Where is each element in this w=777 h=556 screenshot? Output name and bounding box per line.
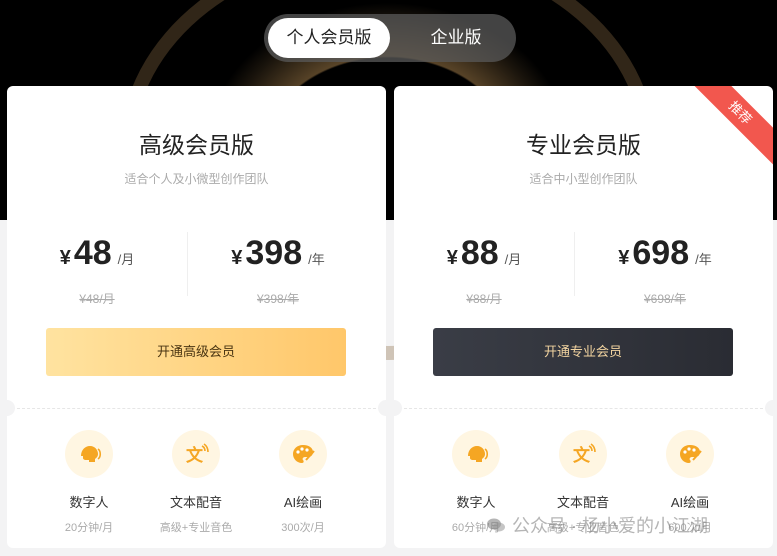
ai-painting-icon xyxy=(666,430,714,478)
feature-name: 文本配音 xyxy=(169,495,222,510)
plan-subtitle: 适合中小型创作团队 xyxy=(529,172,638,186)
price-unit: /月 xyxy=(117,252,135,267)
price-unit: /年 xyxy=(695,252,712,267)
ticket-notch xyxy=(7,400,15,416)
currency-symbol: ¥ xyxy=(446,247,458,269)
feature-desc: 高级+专业音色 xyxy=(159,522,233,534)
text-dubbing-icon: 文 xyxy=(172,430,220,478)
ticket-notch xyxy=(394,400,402,416)
tab-personal[interactable]: 个人会员版 xyxy=(268,18,390,58)
watermark: 公众号 · 杨小爱的小江湖 xyxy=(486,512,708,538)
svg-text:文: 文 xyxy=(573,445,591,466)
monthly-price-option[interactable]: ¥ 88 /月 ¥88/月 xyxy=(394,234,574,307)
yearly-price-option[interactable]: ¥ 398 /年 ¥398/年 xyxy=(188,234,368,307)
plan-subtitle: 适合个人及小微型创作团队 xyxy=(124,172,269,186)
feature-ai-painting: AI绘画 300次/月 xyxy=(248,430,358,535)
ai-painting-icon xyxy=(279,430,327,478)
feature-name: 数字人 xyxy=(69,495,109,510)
plan-card-advanced: 高级会员版 适合个人及小微型创作团队 ¥ 48 /月 ¥48/月 ¥ 398 /… xyxy=(7,86,386,548)
plan-type-switch: 个人会员版 企业版 xyxy=(264,14,516,62)
feature-name: 数字人 xyxy=(456,495,496,510)
monthly-price-option[interactable]: ¥ 48 /月 ¥48/月 xyxy=(7,234,187,307)
price-amount: 698 xyxy=(632,234,690,272)
price-amount: 48 xyxy=(73,234,112,272)
feature-name: 文本配音 xyxy=(556,495,609,510)
wechat-icon xyxy=(487,518,505,532)
feature-text-dubbing: 文 文本配音 高级+专业音色 xyxy=(141,430,251,535)
original-price: ¥48/月 xyxy=(79,292,115,306)
price-unit: /年 xyxy=(308,252,325,267)
dashed-divider xyxy=(394,408,773,409)
ticket-notch xyxy=(765,400,773,416)
feature-digital-human: 数字人 20分钟/月 xyxy=(34,430,144,535)
original-price: ¥398/年 xyxy=(256,292,300,306)
price-amount: 398 xyxy=(245,234,303,272)
ticket-notch xyxy=(378,400,386,416)
watermark-text: 公众号 · 杨小爱的小江湖 xyxy=(512,516,708,536)
currency-symbol: ¥ xyxy=(59,247,71,269)
feature-desc: 20分钟/月 xyxy=(64,522,114,534)
tab-enterprise[interactable]: 企业版 xyxy=(400,18,512,58)
price-unit: /月 xyxy=(504,252,522,267)
currency-symbol: ¥ xyxy=(618,247,630,269)
feature-name: AI绘画 xyxy=(670,495,710,510)
subscribe-professional-button[interactable]: 开通专业会员 xyxy=(433,328,733,376)
svg-text:文: 文 xyxy=(186,445,204,466)
digital-human-icon xyxy=(65,430,113,478)
plan-card-professional: 推荐 专业会员版 适合中小型创作团队 ¥ 88 /月 ¥88/月 ¥ 698 /… xyxy=(394,86,773,548)
feature-name: AI绘画 xyxy=(283,495,323,510)
text-dubbing-icon: 文 xyxy=(559,430,607,478)
yearly-price-option[interactable]: ¥ 698 /年 ¥698/年 xyxy=(575,234,755,307)
currency-symbol: ¥ xyxy=(231,247,243,269)
original-price: ¥88/月 xyxy=(466,292,502,306)
plan-title: 高级会员版 xyxy=(139,132,254,158)
dashed-divider xyxy=(7,408,386,409)
plan-title: 专业会员版 xyxy=(526,132,641,158)
feature-desc: 300次/月 xyxy=(281,522,325,534)
digital-human-icon xyxy=(452,430,500,478)
original-price: ¥698/年 xyxy=(643,292,687,306)
subscribe-advanced-button[interactable]: 开通高级会员 xyxy=(46,328,346,376)
price-amount: 88 xyxy=(460,234,499,272)
